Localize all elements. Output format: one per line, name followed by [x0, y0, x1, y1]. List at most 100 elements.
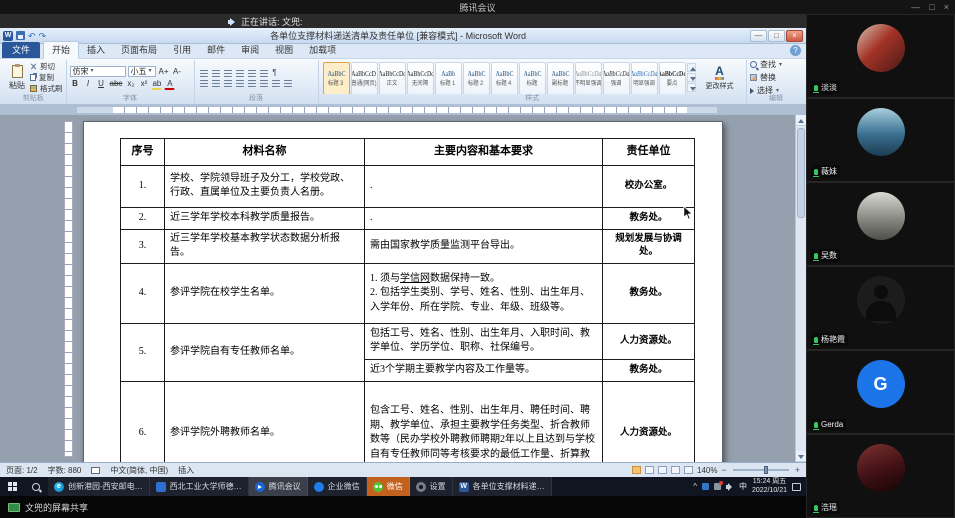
taskbar-app-edge[interactable]: e创新港园-西安邮电… [48, 477, 150, 496]
cell-name[interactable]: 参评学院外聘教师名单。 [165, 381, 365, 462]
cut-button[interactable]: 剪切 [30, 62, 63, 72]
maximize-button[interactable]: □ [929, 0, 934, 14]
style-chip[interactable]: AaBbC标题 4 [491, 62, 518, 94]
highlight-color-button[interactable]: ab [151, 78, 162, 90]
cell-name[interactable]: 学校、学院领导班子及分工，学校党政、行政、直属单位及主要负责人名册。 [165, 165, 365, 207]
styles-expand-button[interactable] [687, 83, 696, 92]
word-minimize-button[interactable]: — [750, 30, 767, 42]
format-painter-button[interactable]: 格式刷 [30, 84, 63, 94]
justify-button[interactable] [234, 78, 244, 87]
multilevel-list-button[interactable] [222, 68, 232, 77]
taskbar-app-browser2[interactable]: 西北工业大学师德… [150, 477, 249, 496]
redo-icon[interactable]: ↷ [39, 31, 47, 41]
hyperlink-text[interactable]: 学信网 [400, 273, 430, 284]
taskbar-clock[interactable]: 15:24 周五 2022/10/21 [752, 478, 787, 496]
tab-file[interactable]: 文件 [2, 42, 40, 58]
header-unit[interactable]: 责任单位 [603, 139, 695, 166]
distribute-button[interactable] [246, 78, 256, 87]
header-name[interactable]: 材料名称 [165, 139, 365, 166]
subscript-button[interactable]: x₂ [125, 78, 136, 89]
close-button[interactable]: × [944, 0, 949, 14]
tab-addins[interactable]: 加载项 [301, 42, 344, 58]
insert-mode-indicator[interactable]: 插入 [178, 465, 194, 476]
minimize-button[interactable]: — [911, 0, 920, 14]
cell-no[interactable]: 3. [121, 229, 165, 263]
save-icon[interactable] [16, 31, 25, 40]
cell-req[interactable]: 近3个学期主要教学内容及工作量等。 [365, 359, 603, 381]
header-req[interactable]: 主要内容和基本要求 [365, 139, 603, 166]
paste-button[interactable]: 粘贴 [4, 61, 30, 94]
cell-req[interactable]: 1. 须与学信网数据保持一致。 2. 包括学生类别、学号、姓名、性别、出生年月、… [365, 263, 603, 323]
taskbar-app-wechat[interactable]: 微信 [367, 477, 410, 496]
undo-icon[interactable]: ↶ [28, 31, 36, 41]
underline-button[interactable]: U [96, 78, 107, 89]
tray-app-icon[interactable] [702, 483, 709, 490]
shrink-font-button[interactable]: A- [172, 66, 183, 77]
tab-view[interactable]: 视图 [267, 42, 301, 58]
zoom-slider[interactable] [733, 469, 789, 471]
word-count[interactable]: 字数: 880 [48, 465, 82, 476]
zoom-slider-thumb[interactable] [764, 466, 768, 474]
page-down-button[interactable] [796, 451, 806, 462]
cell-req[interactable]: 包含工号、姓名、性别、出生年月、聘任时间、聘期、教学单位、承担主要教学任务类型、… [365, 381, 603, 462]
tab-insert[interactable]: 插入 [79, 42, 113, 58]
start-button[interactable] [0, 477, 24, 496]
draft-view-button[interactable] [684, 466, 693, 474]
align-right-button[interactable] [222, 78, 232, 87]
page-indicator[interactable]: 页面: 1/2 [6, 465, 38, 476]
numbering-button[interactable] [210, 68, 220, 77]
fullscreen-reading-view-button[interactable] [645, 466, 654, 474]
print-layout-view-button[interactable] [632, 466, 641, 474]
web-layout-view-button[interactable] [658, 466, 667, 474]
cell-req[interactable]: 需由国家教学质量监测平台导出。 [365, 229, 603, 263]
style-chip[interactable]: AaBbCcDd要点 [659, 62, 686, 94]
ime-indicator[interactable]: 中 [739, 481, 747, 492]
superscript-button[interactable]: x² [138, 78, 149, 89]
style-chip[interactable]: AaBbCcDd无间隔 [407, 62, 434, 94]
taskbar-app-meeting[interactable]: 腾讯会议 [249, 477, 308, 496]
align-center-button[interactable] [210, 78, 220, 87]
cell-unit[interactable]: 校办公室。 [603, 165, 695, 207]
cell-name[interactable]: 参评学院自有专任教师名单。 [165, 323, 365, 381]
cell-unit[interactable]: 规划发展与协调处。 [603, 229, 695, 263]
cell-req[interactable]: . [365, 165, 603, 207]
taskbar-app-word[interactable]: W各单位支撑材料递… [453, 477, 552, 496]
outline-view-button[interactable] [671, 466, 680, 474]
tab-page-layout[interactable]: 页面布局 [113, 42, 165, 58]
scroll-up-button[interactable] [796, 115, 806, 126]
cell-unit[interactable]: 人力资源处。 [603, 323, 695, 359]
font-size-select[interactable]: 小五▾ [128, 66, 156, 77]
copy-button[interactable]: 复制 [30, 73, 63, 83]
style-chip[interactable]: AaBbCcDd强调 [603, 62, 630, 94]
volume-icon[interactable] [726, 483, 734, 491]
style-chip[interactable]: AaBbCcDd不明显强调 [575, 62, 602, 94]
cell-unit[interactable]: 教务处。 [603, 207, 695, 229]
strikethrough-button[interactable]: abc [109, 78, 124, 89]
participant-tile[interactable]: 吴数 [806, 182, 955, 266]
style-chip[interactable]: AaBbCcDd正文 [379, 62, 406, 94]
decrease-indent-button[interactable] [234, 68, 244, 77]
tab-mailings[interactable]: 邮件 [199, 42, 233, 58]
tab-home[interactable]: 开始 [43, 41, 79, 59]
cell-name[interactable]: 近三学年学校本科教学质量报告。 [165, 207, 365, 229]
tray-expand-icon[interactable]: ^ [693, 482, 697, 491]
increase-indent-button[interactable] [246, 68, 256, 77]
cell-unit[interactable]: 人力资源处。 [603, 381, 695, 462]
word-close-button[interactable]: × [786, 30, 803, 42]
taskbar-search-button[interactable] [24, 477, 48, 496]
participant-tile[interactable]: G Gerda [806, 350, 955, 434]
zoom-in-button[interactable]: + [795, 466, 800, 475]
line-spacing-button[interactable] [258, 78, 268, 87]
style-chip[interactable]: AaBbC副标题 [547, 62, 574, 94]
cell-name[interactable]: 参评学院在校学生名单。 [165, 263, 365, 323]
show-marks-button[interactable]: ¶ [270, 68, 280, 77]
scrollbar-thumb[interactable] [797, 128, 805, 218]
participant-tile[interactable]: 杨艳霞 [806, 266, 955, 350]
document-page[interactable]: 序号 材料名称 主要内容和基本要求 责任单位 1. 学校、学院领导班子及分工，学… [83, 121, 723, 462]
horizontal-ruler[interactable] [0, 105, 806, 115]
align-left-button[interactable] [198, 78, 208, 87]
change-styles-button[interactable]: A 更改样式 [697, 61, 743, 94]
sort-button[interactable] [258, 68, 268, 77]
participant-tile[interactable]: 浩瑶 [806, 434, 955, 518]
replace-button[interactable]: 替换 [750, 72, 802, 83]
